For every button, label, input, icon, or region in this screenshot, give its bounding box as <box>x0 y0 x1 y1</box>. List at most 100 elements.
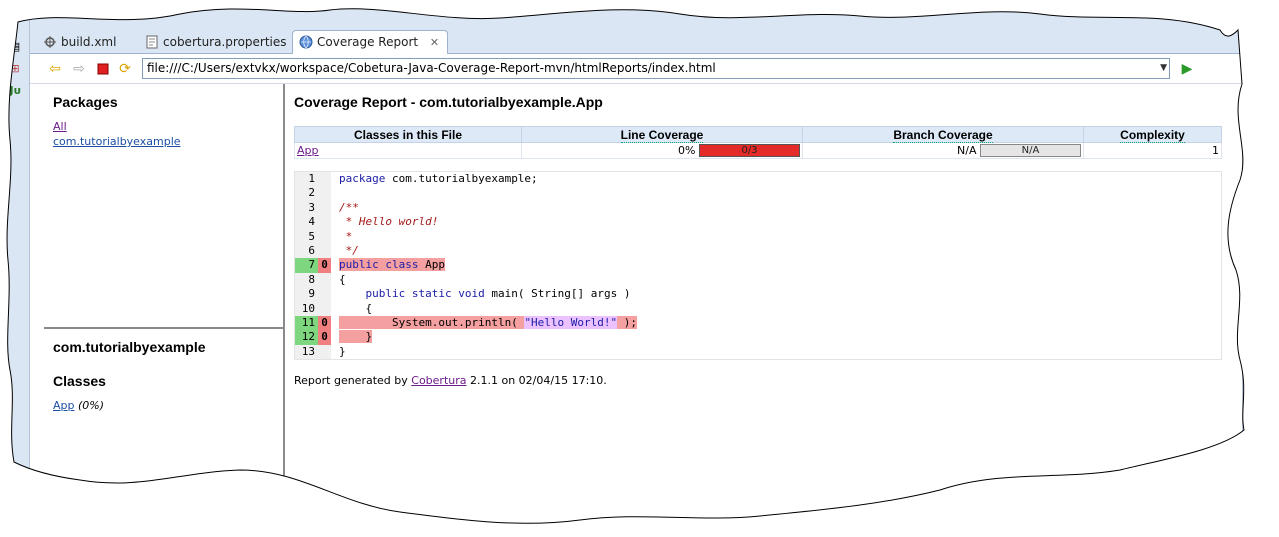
code-text: } <box>339 344 346 358</box>
line-hits <box>318 172 331 187</box>
code-text: public class App <box>339 258 445 272</box>
browser-toolbar: ⇦ ⇨ ⟳ file:///C:/Users/extvkx/workspace/… <box>30 54 1242 84</box>
line-code: { <box>331 302 372 316</box>
class-cell: App <box>294 142 522 159</box>
line-code: package com.tutorialbyexample; <box>331 172 538 186</box>
forward-arrow-icon[interactable]: ⇨ <box>70 60 88 78</box>
hierarchy-icon[interactable]: ⊞ <box>8 62 22 76</box>
line-coverage-bar: 0/3 <box>699 144 800 158</box>
line-code: /** <box>331 201 359 215</box>
line-number: 12 <box>295 330 318 345</box>
right-trim-bar: ▭ ▭ <box>1242 28 1279 537</box>
cobertura-link[interactable]: Cobertura <box>411 374 466 387</box>
globe-icon <box>299 35 313 49</box>
line-number: 13 <box>295 344 318 360</box>
footer-suffix: 2.1.1 on 02/04/15 17:10. <box>470 374 607 388</box>
tab-coverage-report[interactable]: Coverage Report ✕ <box>292 30 449 54</box>
editor-tab-bar: build.xml cobertura.properties Coverage … <box>30 28 1242 54</box>
packages-heading: Packages <box>53 94 118 110</box>
close-icon[interactable]: ✕ <box>430 36 439 49</box>
junit-icon[interactable]: Jᴜ <box>8 84 22 98</box>
line-code: } <box>331 330 373 344</box>
line-number: 1 <box>295 172 318 187</box>
line-code: System.out.println( "Hello World!" ); <box>331 315 638 330</box>
table-header-row: Classes in this File Line Coverage Branc… <box>294 126 1222 143</box>
code-text: * <box>339 229 353 243</box>
line-code: */ <box>331 244 359 258</box>
source-line: 6 */ <box>295 243 1221 259</box>
maximize-icon[interactable]: ▭ <box>1255 150 1269 164</box>
line-hits <box>318 272 331 288</box>
line-number: 9 <box>295 287 318 302</box>
line-number: 11 <box>295 315 318 331</box>
source-line: 10 { <box>295 301 1221 316</box>
footer-prefix: Report generated by <box>294 374 408 388</box>
url-text: file:///C:/Users/extvkx/workspace/Cobetu… <box>147 61 716 75</box>
source-line: 2 <box>295 186 1221 201</box>
properties-file-icon <box>146 35 158 49</box>
line-number: 2 <box>295 186 318 201</box>
chevron-down-icon[interactable]: ▼ <box>1160 59 1167 78</box>
url-field[interactable]: file:///C:/Users/extvkx/workspace/Cobetu… <box>142 58 1170 79</box>
line-hits: 0 <box>318 315 331 331</box>
line-code: { <box>331 273 346 287</box>
source-line: 4 * Hello world! <box>295 215 1221 230</box>
table-row: App 0% 0/3 N/A N/A 1 <box>294 142 1222 159</box>
refresh-icon[interactable]: ⟳ <box>116 60 134 78</box>
left-trim-bar: ▤ ⊞ Jᴜ <box>0 0 30 537</box>
col-header-label: Branch Coverage <box>893 127 993 143</box>
line-hits <box>318 344 331 360</box>
class-coverage-pct: (0%) <box>78 399 105 412</box>
package-link-all[interactable]: All <box>53 120 274 133</box>
source-line: 3 /** <box>295 200 1221 216</box>
branch-coverage-pct: N/A <box>957 143 977 157</box>
line-number: 7 <box>295 258 318 273</box>
title-band <box>30 0 1279 30</box>
class-list-item: App (0%) <box>53 399 274 412</box>
tab-build-xml[interactable]: build.xml <box>36 30 125 54</box>
source-line: 7 0 public class App <box>295 258 1221 273</box>
line-number: 6 <box>295 243 318 259</box>
package-link-tutorialbyexample[interactable]: com.tutorialbyexample <box>53 135 274 148</box>
stop-icon[interactable] <box>94 60 112 78</box>
code-text: */ <box>339 243 359 257</box>
package-name-heading: com.tutorialbyexample <box>53 339 206 355</box>
report-main-frame: Coverage Report - com.tutorialbyexample.… <box>285 84 1242 484</box>
coverage-summary-table: Classes in this File Line Coverage Branc… <box>294 126 1222 159</box>
line-number: 3 <box>295 200 318 216</box>
code-text: public static void main( String[] args ) <box>365 287 631 301</box>
source-line: 9 public static void main( String[] args… <box>295 287 1221 302</box>
class-link[interactable]: App <box>297 144 319 157</box>
branch-coverage-cell: N/A N/A <box>802 142 1084 159</box>
code-text: /** <box>339 200 359 214</box>
classes-frame: com.tutorialbyexample Classes App (0%) <box>44 329 285 484</box>
report-footer: Report generated by Cobertura 2.1.1 on 0… <box>294 374 1233 387</box>
code-text: } <box>339 330 373 344</box>
package-explorer-icon[interactable]: ▤ <box>8 40 22 54</box>
back-arrow-icon[interactable]: ⇦ <box>46 60 64 78</box>
tab-label: Coverage Report <box>317 35 419 49</box>
line-hits <box>318 301 331 316</box>
ant-file-icon <box>44 36 56 48</box>
tab-cobertura-properties[interactable]: cobertura.properties <box>138 30 296 54</box>
packages-frame: Packages All com.tutorialbyexample <box>44 84 285 329</box>
col-header-branch-coverage[interactable]: Branch Coverage <box>802 126 1084 143</box>
col-header-label: Line Coverage <box>620 127 704 143</box>
go-icon[interactable]: ▶ <box>1178 60 1196 78</box>
col-header-classes: Classes in this File <box>294 126 522 143</box>
code-text: System.out.println( "Hello World!" ); <box>339 315 638 329</box>
line-hits: 0 <box>318 330 331 345</box>
coverage-report-page: Packages All com.tutorialbyexample com.t… <box>44 84 1242 484</box>
line-coverage-cell: 0% 0/3 <box>521 142 803 159</box>
line-number: 10 <box>295 301 318 316</box>
line-code: * <box>331 229 353 244</box>
line-hits <box>318 215 331 230</box>
line-hits: 0 <box>318 258 331 273</box>
line-number: 5 <box>295 229 318 244</box>
minimize-icon[interactable]: ▭ <box>1255 128 1269 142</box>
col-header-complexity[interactable]: Complexity <box>1083 126 1222 143</box>
class-link-app[interactable]: App <box>53 399 75 412</box>
line-coverage-pct: 0% <box>678 143 696 157</box>
col-header-line-coverage[interactable]: Line Coverage <box>521 126 803 143</box>
code-text: { <box>339 272 346 286</box>
